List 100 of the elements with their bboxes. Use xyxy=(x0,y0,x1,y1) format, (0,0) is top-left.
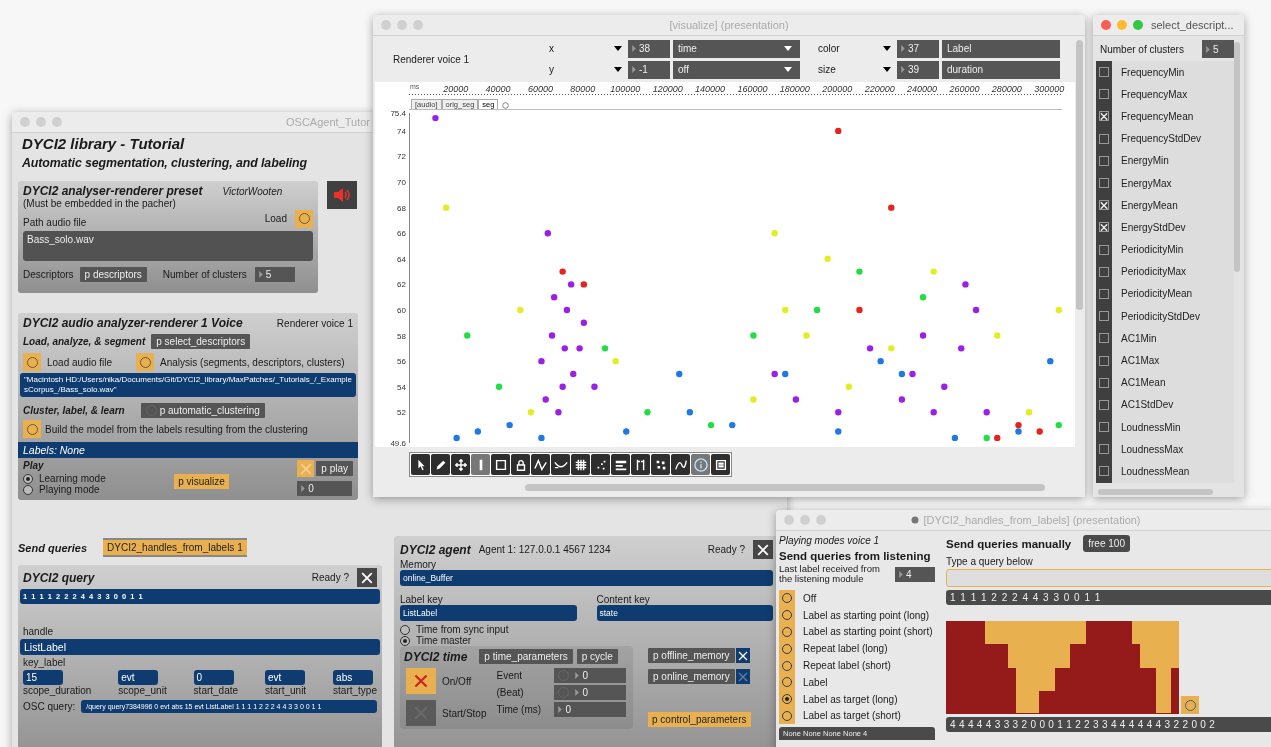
param-field[interactable]: evt xyxy=(118,670,159,685)
tool-button[interactable] xyxy=(551,454,570,475)
checkbox[interactable] xyxy=(1099,111,1109,122)
patcher-button[interactable]: DYCI2_handles_from_labels 1 xyxy=(103,538,247,557)
number-box[interactable]: 5 xyxy=(1202,40,1234,58)
tool-button[interactable] xyxy=(431,454,450,475)
radio-button[interactable] xyxy=(23,484,33,495)
patcher-button[interactable]: p cycle xyxy=(576,649,618,664)
path-field[interactable]: Bass_solo.wav xyxy=(23,231,313,261)
number-box[interactable]: 5 xyxy=(254,267,295,282)
toggle[interactable] xyxy=(297,460,315,477)
toggle[interactable] xyxy=(406,700,436,726)
checkbox[interactable] xyxy=(1099,244,1109,255)
scrollbar[interactable] xyxy=(1076,40,1083,310)
tick-label: 62 xyxy=(397,280,406,290)
patcher-button[interactable]: p visualize xyxy=(174,474,229,489)
number-box[interactable]: 4 xyxy=(895,566,935,582)
number-box[interactable]: 0 xyxy=(554,702,627,717)
checkbox[interactable] xyxy=(1099,422,1109,433)
param-field[interactable]: 0 xyxy=(193,670,234,685)
tool-button[interactable] xyxy=(711,454,730,475)
bang-button[interactable] xyxy=(136,353,155,371)
query-input[interactable] xyxy=(946,569,1271,587)
toggle[interactable] xyxy=(735,669,750,684)
param-field[interactable]: abs xyxy=(333,670,374,685)
number-box[interactable]: 0 xyxy=(554,668,627,683)
tool-button[interactable] xyxy=(491,454,510,475)
checkbox[interactable] xyxy=(1099,311,1109,322)
field-dropdown[interactable]: Label xyxy=(942,39,1060,58)
checkbox[interactable] xyxy=(1099,266,1109,277)
patcher-button[interactable]: p time_parameters xyxy=(479,649,573,664)
number-box[interactable]: 0 xyxy=(297,481,353,496)
checkbox[interactable] xyxy=(1099,399,1109,410)
axis-dropdown[interactable]: size xyxy=(812,64,894,75)
tool-button[interactable] xyxy=(631,454,650,475)
checkbox[interactable] xyxy=(1099,444,1109,455)
tool-button[interactable] xyxy=(571,454,590,475)
add-icon[interactable] xyxy=(502,102,510,109)
tool-button[interactable] xyxy=(451,454,470,475)
tool-button[interactable] xyxy=(671,454,690,475)
tool-button[interactable] xyxy=(411,454,430,475)
param-field[interactable]: evt xyxy=(265,670,305,685)
toggle-button[interactable] xyxy=(357,568,377,587)
checkbox[interactable] xyxy=(1099,333,1109,344)
patcher-button[interactable]: p select_descriptors xyxy=(151,334,251,349)
audio-button[interactable] xyxy=(327,181,357,209)
patcher-button[interactable]: p play xyxy=(316,461,353,476)
multislider[interactable] xyxy=(946,621,1179,714)
content-key-field[interactable]: state xyxy=(596,605,773,621)
number-box[interactable]: 37 xyxy=(897,39,939,58)
radio-button[interactable] xyxy=(23,473,33,484)
scrollbar[interactable] xyxy=(525,484,1045,491)
bang-button[interactable] xyxy=(23,420,41,438)
number-box[interactable]: 39 xyxy=(897,60,939,79)
free-button[interactable]: free 100 xyxy=(1083,535,1130,552)
patcher-button[interactable]: p descriptors xyxy=(79,267,147,282)
field-dropdown[interactable]: duration xyxy=(942,60,1060,79)
patcher-button[interactable]: p offline_memory xyxy=(648,648,735,663)
checkbox[interactable] xyxy=(1099,288,1109,299)
checkbox[interactable] xyxy=(1099,377,1109,388)
field-dropdown[interactable]: time xyxy=(673,39,800,58)
radio-button[interactable] xyxy=(400,624,410,635)
memory-field[interactable]: online_Buffer xyxy=(400,570,773,586)
tool-button[interactable] xyxy=(531,454,550,475)
checkbox[interactable] xyxy=(1099,155,1109,166)
patcher-button[interactable]: p online_memory xyxy=(648,669,735,684)
scrollbar[interactable] xyxy=(1234,42,1240,272)
patcher-button[interactable]: p control_parameters xyxy=(648,712,751,727)
number-box[interactable]: 0 xyxy=(554,685,627,700)
checkbox[interactable] xyxy=(1099,178,1109,189)
label-key-field[interactable]: ListLabel xyxy=(400,605,577,621)
close-button[interactable] xyxy=(1101,20,1111,30)
checkbox[interactable] xyxy=(1099,67,1109,78)
checkbox[interactable] xyxy=(1099,200,1109,211)
bang-button[interactable] xyxy=(23,353,41,371)
bang-button[interactable] xyxy=(295,209,313,228)
checkbox[interactable] xyxy=(1099,133,1109,144)
checkbox[interactable] xyxy=(1099,89,1109,100)
toggle[interactable] xyxy=(406,668,436,694)
number-box[interactable]: 38 xyxy=(628,39,670,58)
tool-button[interactable] xyxy=(611,454,630,475)
tool-button[interactable] xyxy=(651,454,670,475)
number-box[interactable]: -1 xyxy=(628,60,670,79)
tool-button[interactable] xyxy=(591,454,610,475)
axis-dropdown[interactable]: color xyxy=(812,43,894,54)
checkbox[interactable] xyxy=(1099,355,1109,366)
scrollbar[interactable] xyxy=(1098,488,1213,495)
field-dropdown[interactable]: off xyxy=(673,60,800,79)
checkbox[interactable] xyxy=(1099,222,1109,233)
param-field[interactable]: 15 xyxy=(23,670,63,685)
axis-dropdown[interactable]: x xyxy=(543,43,625,54)
handle-field[interactable]: ListLabel xyxy=(20,639,380,655)
axis-dropdown[interactable]: y xyxy=(543,64,625,75)
tool-button[interactable] xyxy=(511,454,530,475)
patcher-button[interactable]: p automatic_clustering xyxy=(140,403,265,418)
toggle[interactable] xyxy=(735,648,750,663)
toggle-button[interactable] xyxy=(753,540,773,559)
radio-button[interactable] xyxy=(400,635,410,646)
checkbox[interactable] xyxy=(1099,466,1109,477)
bang-button[interactable] xyxy=(1181,696,1199,714)
